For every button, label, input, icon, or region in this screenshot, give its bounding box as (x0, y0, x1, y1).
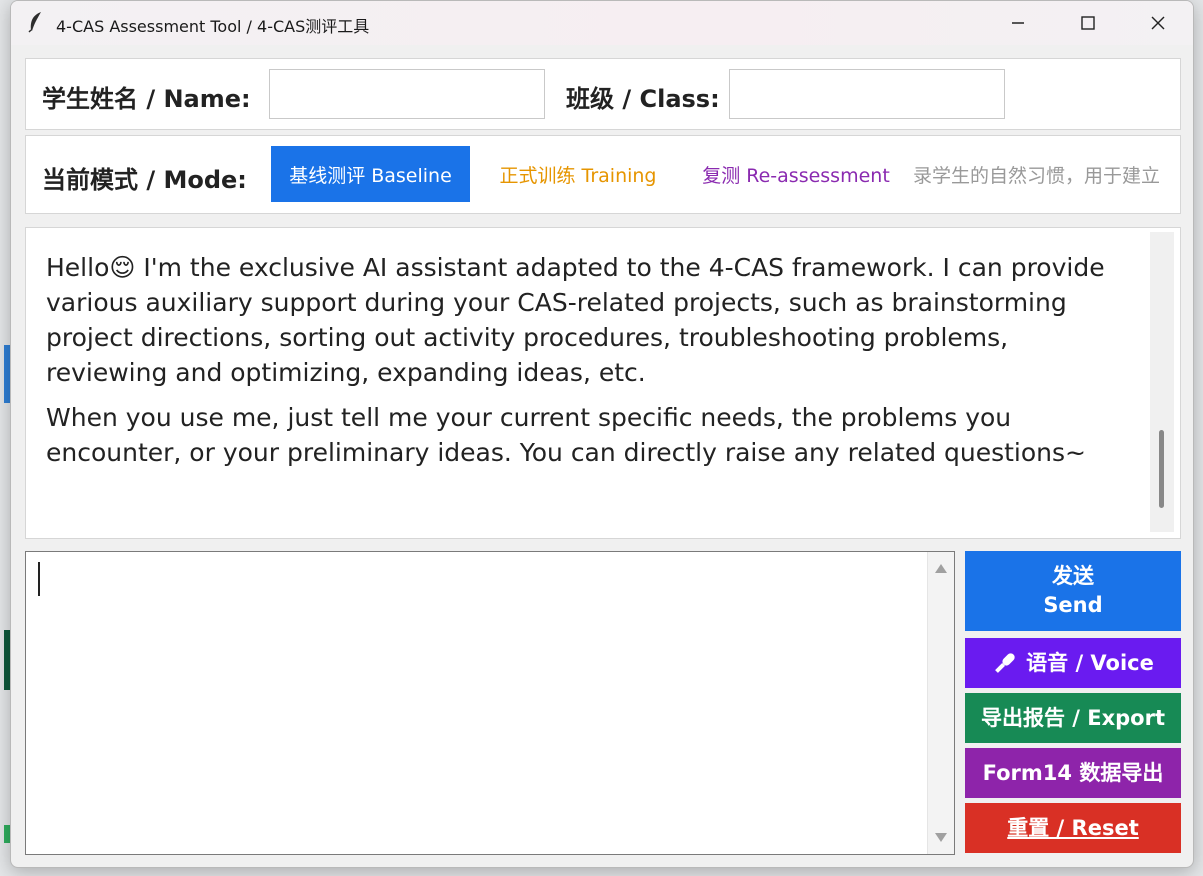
chat-messages: Hello😌 I'm the exclusive AI assistant ad… (46, 250, 1136, 480)
student-info-panel: 学生姓名 / Name: 班级 / Class: (25, 58, 1181, 130)
form14-export-button[interactable]: Form14 数据导出 (965, 748, 1181, 798)
name-input[interactable] (269, 69, 545, 119)
chat-display: Hello😌 I'm the exclusive AI assistant ad… (25, 227, 1181, 539)
mode-reassessment-button[interactable]: 复测 Re-assessment (694, 146, 898, 202)
send-button[interactable]: 发送 Send (965, 551, 1181, 631)
class-label: 班级 / Class: (566, 85, 720, 113)
feather-icon (28, 12, 41, 33)
chat-paragraph: Hello😌 I'm the exclusive AI assistant ad… (46, 253, 1105, 387)
scroll-up-icon[interactable] (935, 564, 947, 573)
name-label: 学生姓名 / Name: (42, 85, 251, 113)
input-scrollbar[interactable] (927, 552, 954, 854)
export-button[interactable]: 导出报告 / Export (965, 693, 1181, 743)
app-window: 4-CAS Assessment Tool / 4-CAS测评工具 学生姓名 /… (10, 0, 1194, 868)
mode-training-button[interactable]: 正式训练 Training (484, 146, 672, 202)
close-icon (1151, 16, 1165, 30)
message-input[interactable] (25, 551, 955, 855)
scroll-down-icon[interactable] (935, 833, 947, 842)
maximize-icon (1081, 16, 1095, 30)
voice-button[interactable]: 语音 / Voice (965, 638, 1181, 688)
chat-paragraph: When you use me, just tell me your curre… (46, 403, 1086, 467)
minimize-icon (1012, 22, 1024, 24)
close-button[interactable] (1123, 1, 1193, 45)
mode-baseline-button[interactable]: 基线测评 Baseline (271, 146, 470, 202)
mode-hint-text: 录学生的自然习惯，用于建立 (913, 165, 1161, 187)
class-input[interactable] (729, 69, 1005, 119)
text-caret (38, 562, 40, 596)
minimize-button[interactable] (983, 1, 1053, 45)
mode-panel: 当前模式 / Mode: 基线测评 Baseline 正式训练 Training… (25, 135, 1181, 214)
reset-button[interactable]: 重置 / Reset (965, 803, 1181, 853)
chat-scrollbar[interactable] (1150, 232, 1174, 532)
chat-scrollbar-thumb[interactable] (1159, 430, 1164, 508)
window-title: 4-CAS Assessment Tool / 4-CAS测评工具 (56, 17, 370, 36)
voice-label: 语音 / Voice (1026, 650, 1154, 675)
microphone-icon (995, 653, 1015, 673)
send-label-en: Send (1043, 593, 1103, 617)
send-label-cn: 发送 (1052, 564, 1094, 588)
title-bar: 4-CAS Assessment Tool / 4-CAS测评工具 (11, 1, 1193, 45)
mode-label: 当前模式 / Mode: (42, 166, 247, 194)
maximize-button[interactable] (1053, 1, 1123, 45)
